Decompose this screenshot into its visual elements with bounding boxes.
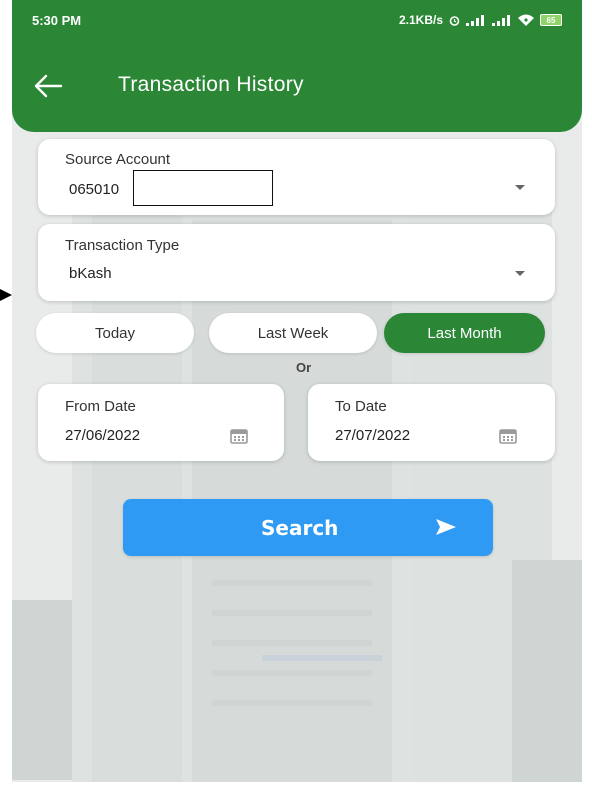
phone-screen: Transaction History 5:30 PM 2.1KB/s 65 S… — [12, 0, 582, 782]
to-date-value: 27/07/2022 — [335, 427, 411, 444]
to-date-label: To Date — [335, 398, 387, 415]
source-account-label: Source Account — [65, 151, 171, 168]
alarm-icon — [449, 15, 460, 26]
calendar-icon — [230, 429, 248, 444]
send-arrow-icon — [436, 519, 456, 535]
or-separator: Or — [296, 360, 312, 375]
from-date-label: From Date — [65, 398, 136, 415]
search-button[interactable]: Search — [123, 499, 493, 556]
arrow-left-icon — [34, 74, 63, 98]
transaction-type-label: Transaction Type — [65, 237, 180, 254]
signal-icon-sim2 — [492, 14, 510, 26]
source-account-dropdown[interactable]: Source Account 065010 — [38, 139, 555, 215]
range-last-week-button[interactable]: Last Week — [209, 313, 377, 353]
range-today-button[interactable]: Today — [36, 313, 194, 353]
battery-level: 65 — [546, 15, 556, 25]
status-bar: 5:30 PM 2.1KB/s 65 — [12, 0, 582, 40]
status-time: 5:30 PM — [32, 12, 82, 28]
network-speed: 2.1KB/s — [398, 13, 443, 27]
calendar-icon — [499, 429, 517, 444]
battery-icon: 65 — [540, 14, 562, 26]
chevron-down-icon — [515, 271, 525, 276]
redaction-box — [133, 170, 273, 206]
range-last-month-button[interactable]: Last Month — [384, 313, 545, 353]
status-icons: 2.1KB/s 65 — [399, 13, 562, 27]
wifi-icon — [518, 14, 534, 26]
transaction-type-value: bKash — [69, 265, 112, 282]
to-date-picker[interactable]: To Date 27/07/2022 — [308, 384, 555, 461]
annotation-arrow-marker — [0, 289, 12, 301]
search-button-label: Search — [261, 516, 339, 540]
chevron-down-icon — [515, 185, 525, 190]
back-button[interactable] — [30, 68, 66, 104]
from-date-value: 27/06/2022 — [65, 427, 141, 444]
transaction-type-dropdown[interactable]: Transaction Type bKash — [38, 224, 555, 301]
source-account-value: 065010 — [69, 181, 120, 198]
from-date-picker[interactable]: From Date 27/06/2022 — [38, 384, 284, 461]
signal-icon — [466, 14, 484, 26]
page-title: Transaction History — [118, 73, 304, 96]
